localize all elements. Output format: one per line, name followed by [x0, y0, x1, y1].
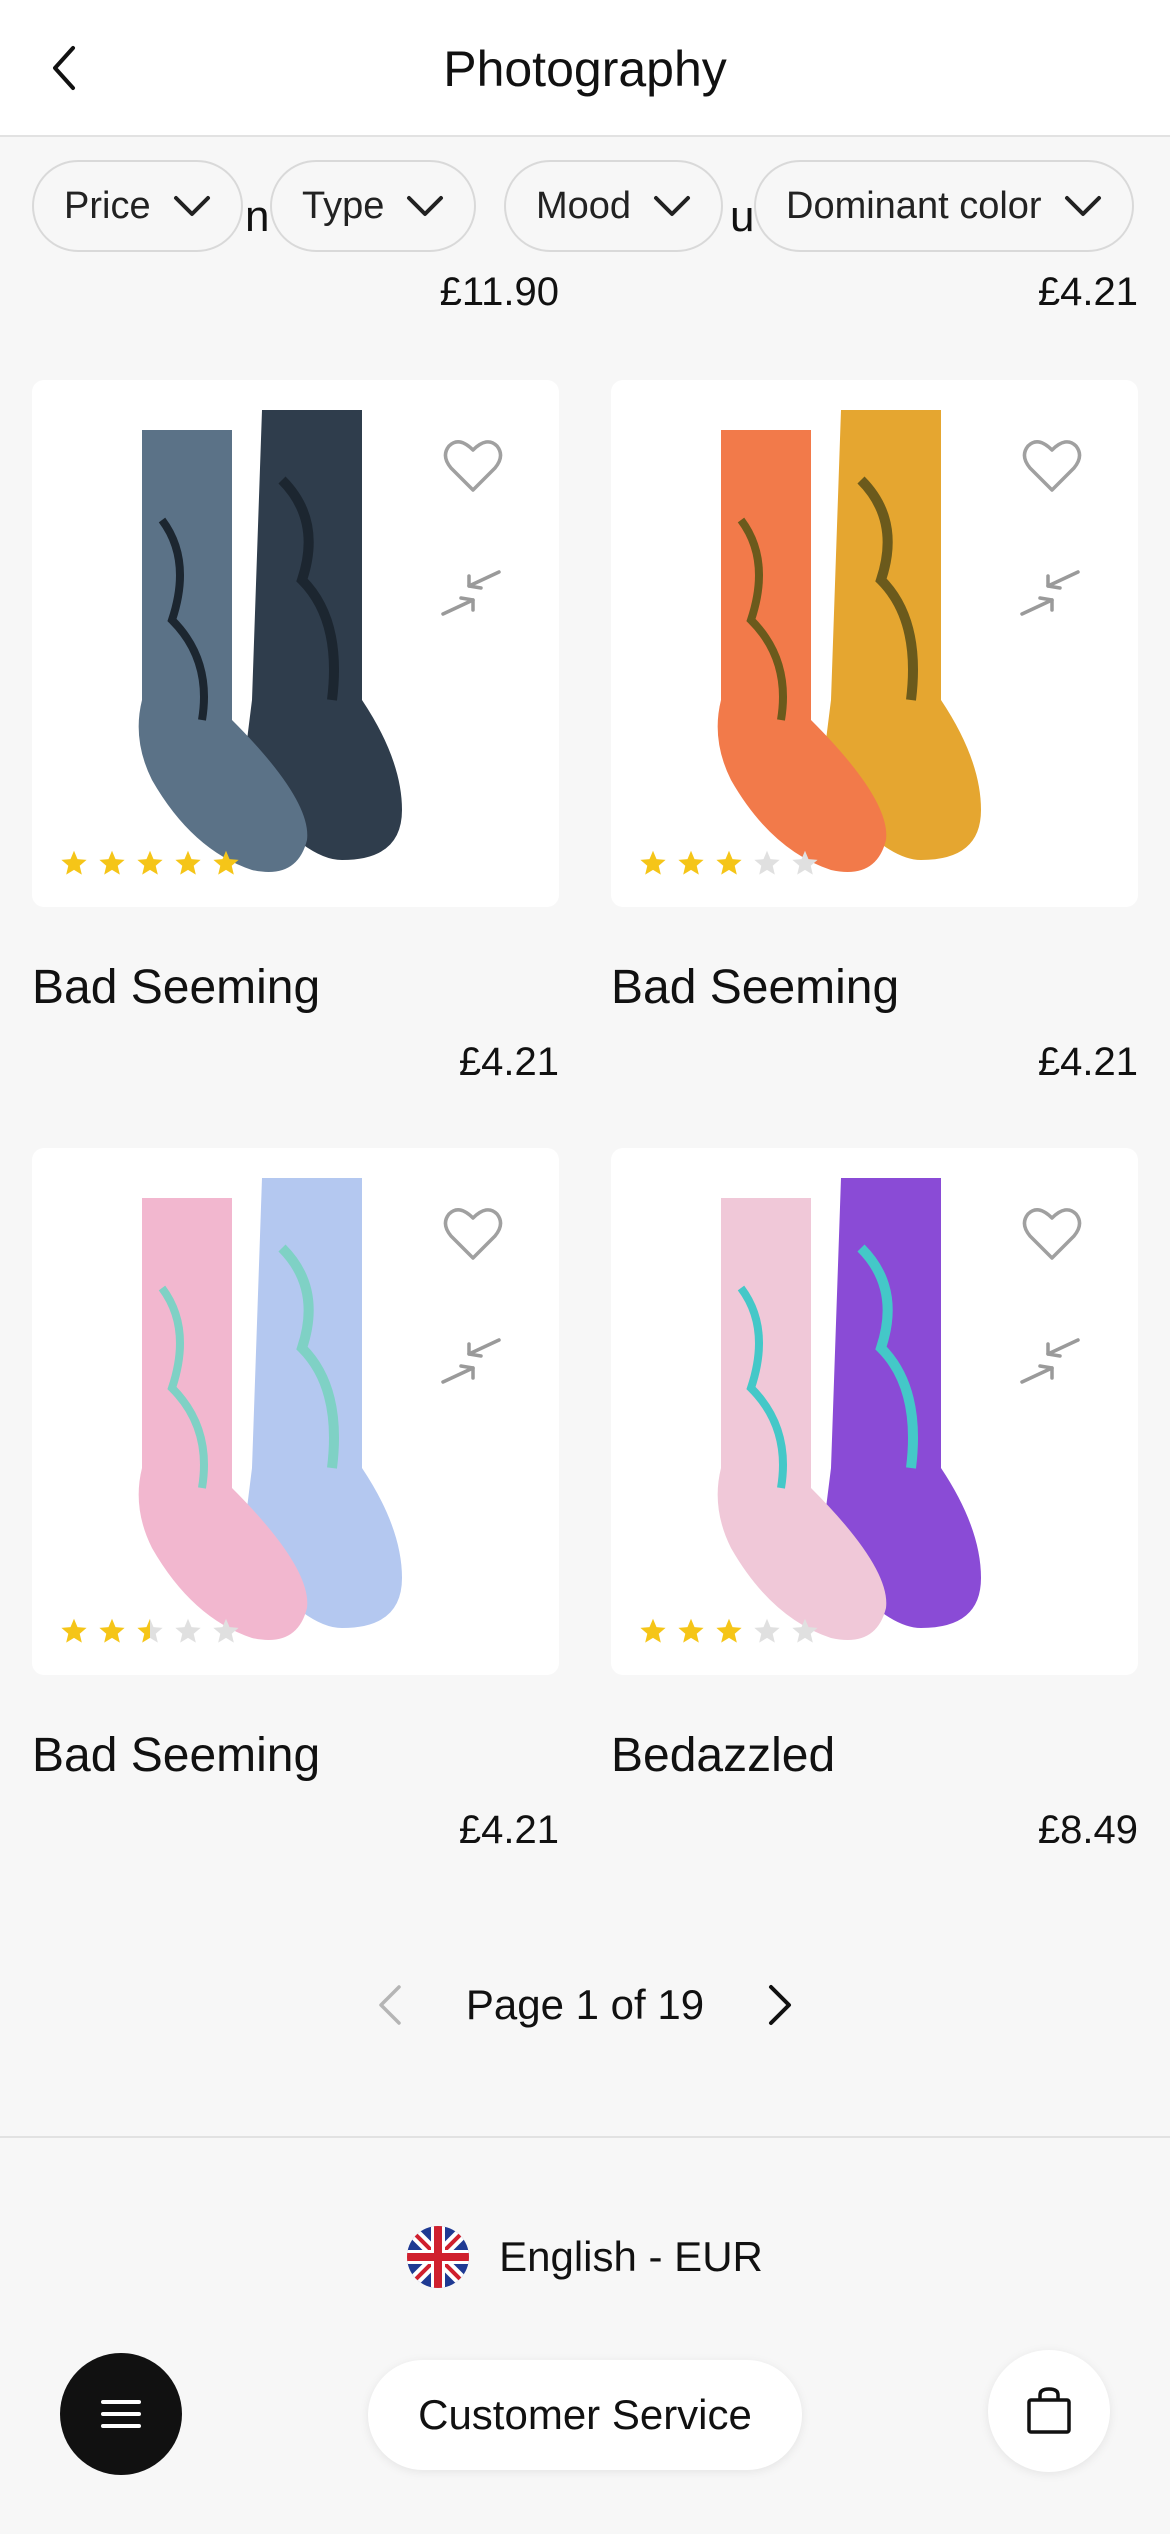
chevron-left-icon	[379, 1985, 401, 2025]
product-price: £4.21	[458, 1808, 559, 1852]
star-icon	[754, 1618, 780, 1643]
shopping-bag-icon	[1027, 2387, 1071, 2434]
filter-price-chip[interactable]: Price	[32, 160, 243, 252]
product-name[interactable]: Bad Seeming	[611, 960, 899, 1015]
rating-stars	[60, 1617, 240, 1645]
star-icon	[640, 850, 666, 875]
rating-stars	[639, 849, 819, 877]
chevron-down-icon	[407, 196, 444, 216]
wishlist-heart-icon[interactable]	[1020, 434, 1084, 498]
customer-service-label: Customer Service	[418, 2391, 752, 2438]
pagination: Page 1 of 19	[0, 1965, 1170, 2045]
language-currency-label: English - EUR	[499, 2233, 763, 2280]
product-card[interactable]: Bedazzled £8.49	[611, 1148, 1138, 1852]
star-icon	[754, 850, 780, 875]
wishlist-heart-icon[interactable]	[441, 434, 505, 498]
chevron-down-icon	[1064, 196, 1101, 216]
star-icon	[61, 850, 87, 875]
star-icon	[99, 850, 125, 875]
scrolled-product-name-fragment: u	[730, 192, 755, 241]
menu-button[interactable]	[60, 2353, 182, 2475]
star-icon	[792, 850, 818, 875]
product-card[interactable]: Bad Seeming £4.21	[611, 380, 1138, 1084]
sock-image	[138, 410, 402, 872]
page-indicator: Page 1 of 19	[465, 1981, 705, 2028]
product-name[interactable]: Bedazzled	[611, 1728, 835, 1783]
star-icon	[137, 1618, 163, 1643]
scrolled-product-name-fragment: n	[245, 192, 270, 241]
wishlist-heart-icon[interactable]	[441, 1202, 505, 1266]
uk-flag-icon	[407, 2226, 470, 2288]
customer-service-button[interactable]: Customer Service	[368, 2360, 802, 2470]
top-bar: Photography	[0, 0, 1170, 137]
page-title: Photography	[443, 41, 727, 97]
filter-bar: n u Price Type Mood Dominant color	[0, 140, 1170, 280]
wishlist-heart-icon[interactable]	[1020, 1202, 1084, 1266]
compare-arrows-icon[interactable]	[1018, 568, 1082, 618]
filter-type-chip[interactable]: Type	[270, 160, 477, 252]
product-image[interactable]	[611, 380, 1138, 907]
star-icon	[678, 1618, 704, 1643]
star-icon	[137, 850, 163, 875]
star-icon	[640, 1618, 666, 1643]
previous-page-button[interactable]	[368, 1975, 412, 2035]
product-price: £4.21	[1037, 1040, 1138, 1084]
footer: English - EUR Customer Service	[0, 2136, 1170, 2534]
star-icon	[213, 1618, 239, 1643]
star-icon	[716, 850, 742, 875]
compare-arrows-icon[interactable]	[439, 1336, 503, 1386]
filter-chip-label: Price	[64, 184, 151, 227]
chevron-down-icon	[654, 196, 691, 216]
filter-mood-chip[interactable]: Mood	[504, 160, 724, 252]
star-icon	[175, 1618, 201, 1643]
star-icon	[213, 850, 239, 875]
compare-arrows-icon[interactable]	[1018, 1336, 1082, 1386]
chevron-right-icon	[769, 1985, 792, 2025]
product-image[interactable]	[611, 1148, 1138, 1675]
rating-stars	[60, 849, 240, 877]
sock-image	[717, 410, 981, 872]
star-icon	[716, 1618, 742, 1643]
star-icon	[61, 1618, 87, 1643]
filter-dominant-color-chip[interactable]: Dominant color	[754, 160, 1134, 252]
product-price: £4.21	[1037, 270, 1138, 314]
filter-chip-label: Dominant color	[786, 184, 1042, 227]
product-image[interactable]	[32, 380, 559, 907]
sock-image	[138, 1178, 402, 1640]
product-image[interactable]	[32, 1148, 559, 1675]
filter-chip-label: Mood	[536, 184, 632, 227]
next-page-button[interactable]	[758, 1975, 802, 2035]
language-currency-selector[interactable]: English - EUR	[0, 2226, 1170, 2288]
filter-chip-label: Type	[302, 184, 385, 227]
product-name[interactable]: Bad Seeming	[32, 960, 320, 1015]
product-price: £4.21	[458, 1040, 559, 1084]
star-icon	[678, 850, 704, 875]
star-icon	[99, 1618, 125, 1643]
hamburger-menu-icon	[101, 2400, 141, 2428]
star-icon	[175, 850, 201, 875]
shopping-bag-button[interactable]	[988, 2350, 1110, 2472]
rating-stars	[639, 1617, 819, 1645]
product-name[interactable]: Bad Seeming	[32, 1728, 320, 1783]
product-price: £11.90	[439, 270, 559, 314]
product-card[interactable]: Bad Seeming £4.21	[32, 380, 559, 1084]
compare-arrows-icon[interactable]	[439, 568, 503, 618]
sock-image	[717, 1178, 981, 1640]
product-card[interactable]: Bad Seeming £4.21	[32, 1148, 559, 1852]
chevron-down-icon	[173, 196, 210, 216]
product-price: £8.49	[1037, 1808, 1138, 1852]
star-icon	[792, 1618, 818, 1643]
